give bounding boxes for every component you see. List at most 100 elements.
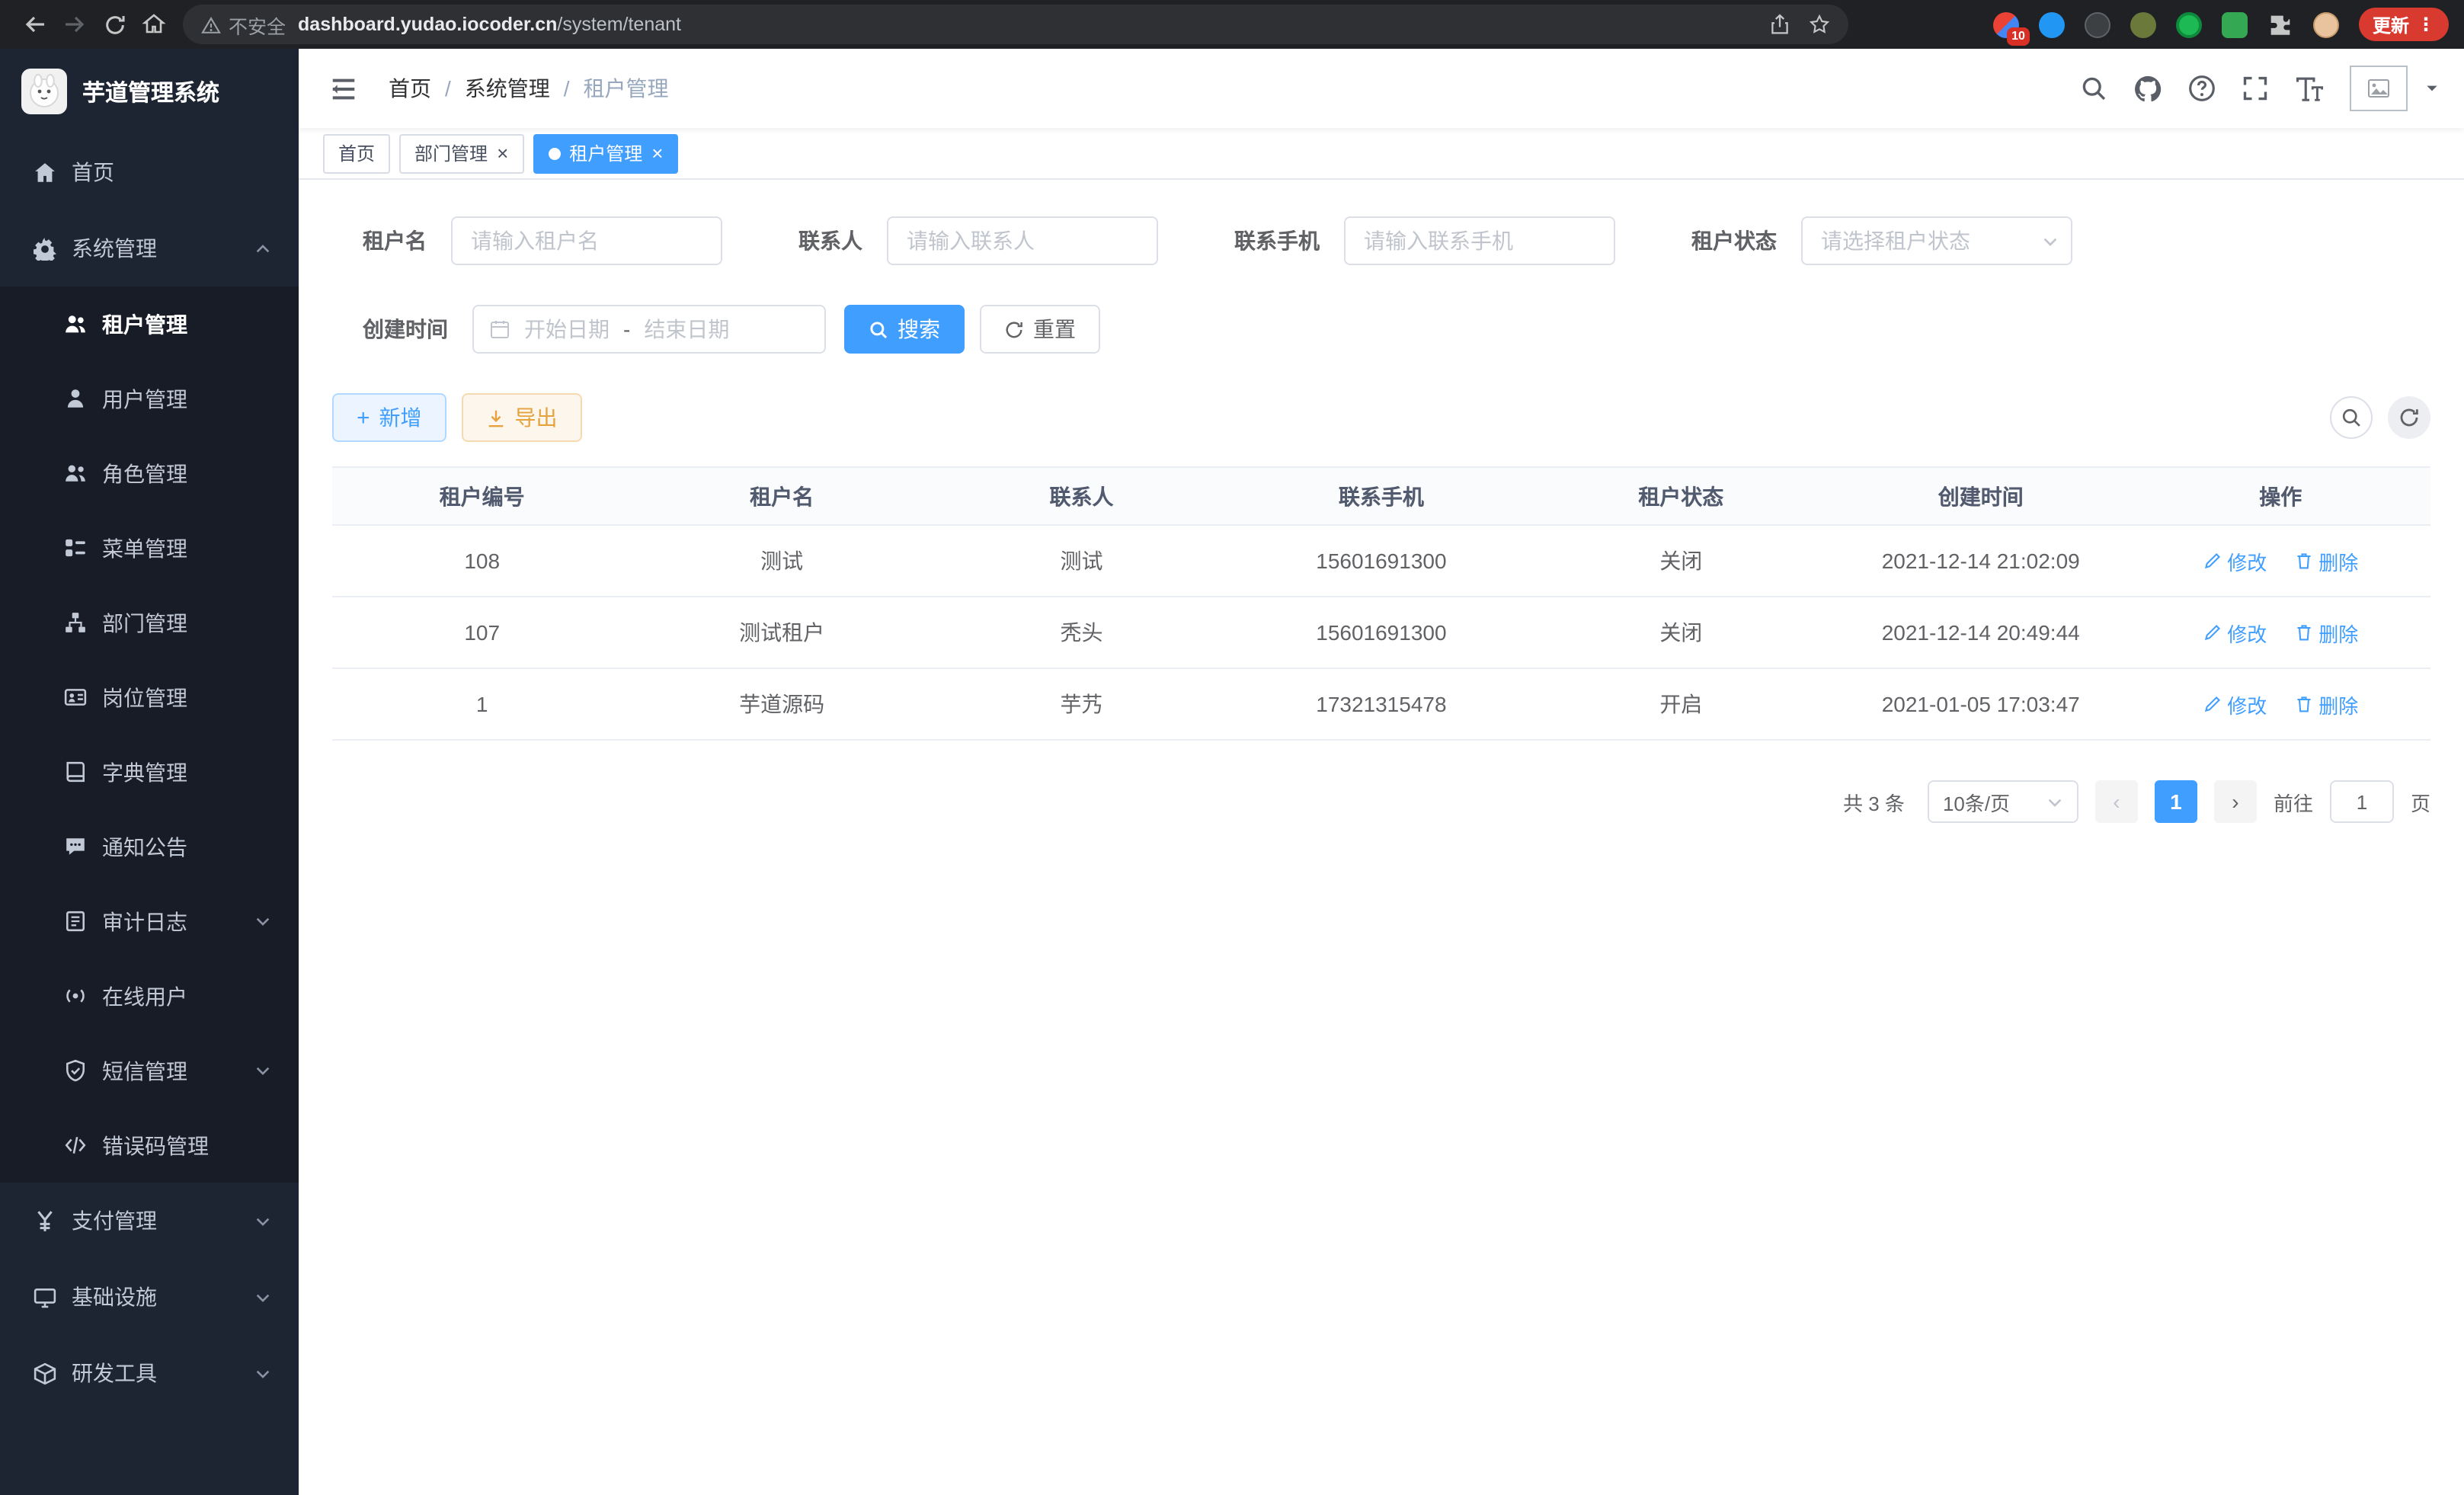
phone-input[interactable] bbox=[1344, 216, 1615, 265]
sidebar-item-menu[interactable]: 菜单管理 bbox=[0, 511, 299, 585]
sidebar-item-error-code[interactable]: 错误码管理 bbox=[0, 1108, 299, 1183]
home-icon[interactable] bbox=[134, 5, 174, 44]
search-icon[interactable] bbox=[2080, 75, 2107, 102]
refresh-icon[interactable] bbox=[2388, 396, 2430, 439]
font-size-icon[interactable] bbox=[2295, 74, 2324, 103]
forward-icon[interactable] bbox=[55, 5, 94, 44]
sidebar-item-dept[interactable]: 部门管理 bbox=[0, 585, 299, 660]
chevron-down-icon bbox=[254, 913, 271, 930]
extension-icon[interactable]: 10 bbox=[1993, 11, 2019, 37]
add-button-label: 新增 bbox=[379, 402, 422, 433]
edit-link-label: 修改 bbox=[2227, 546, 2267, 575]
sidebar-item-devtool[interactable]: 研发工具 bbox=[0, 1335, 299, 1411]
chrome-update-button[interactable]: 更新 ⋮ bbox=[2359, 8, 2449, 41]
sidebar-item-pay[interactable]: 支付管理 bbox=[0, 1183, 299, 1259]
address-bar[interactable]: 不安全 dashboard.yudao.iocoder.cn/system/te… bbox=[183, 5, 1848, 44]
cell-tenant-id: 108 bbox=[332, 525, 632, 597]
profile-avatar[interactable] bbox=[2313, 11, 2339, 37]
tenant-name-input[interactable] bbox=[451, 216, 722, 265]
col-contact: 联系人 bbox=[932, 467, 1231, 525]
sidebar-item-audit-log[interactable]: 审计日志 bbox=[0, 884, 299, 959]
sidebar-item-dict[interactable]: 字典管理 bbox=[0, 735, 299, 809]
breadcrumb-home[interactable]: 首页 bbox=[389, 73, 431, 104]
next-page-button[interactable]: › bbox=[2214, 780, 2257, 823]
page-size-select[interactable]: 10条/页 bbox=[1928, 780, 2078, 823]
goto-label: 前往 bbox=[2274, 787, 2313, 816]
export-button-label: 导出 bbox=[515, 402, 558, 433]
close-icon[interactable]: × bbox=[497, 143, 508, 163]
extension-icon[interactable] bbox=[2222, 11, 2248, 37]
extension-icon[interactable] bbox=[2039, 11, 2065, 37]
reset-button[interactable]: 重置 bbox=[980, 305, 1100, 354]
delete-link[interactable]: 删除 bbox=[2294, 690, 2358, 719]
goto-page-input[interactable] bbox=[2330, 780, 2394, 823]
edit-link[interactable]: 修改 bbox=[2203, 690, 2267, 719]
delete-link[interactable]: 删除 bbox=[2294, 618, 2358, 647]
extension-icon[interactable] bbox=[2085, 11, 2110, 37]
sidebar-item-online-user[interactable]: 在线用户 bbox=[0, 959, 299, 1033]
sidebar-item-home[interactable]: 首页 bbox=[0, 134, 299, 210]
filter-create-time: 创建时间 开始日期 - 结束日期 bbox=[332, 305, 826, 354]
sidebar-item-role[interactable]: 角色管理 bbox=[0, 436, 299, 511]
breadcrumb-system[interactable]: 系统管理 bbox=[465, 73, 550, 104]
edit-link[interactable]: 修改 bbox=[2203, 546, 2267, 575]
avatar[interactable] bbox=[2350, 66, 2408, 111]
date-range-picker[interactable]: 开始日期 - 结束日期 bbox=[472, 305, 826, 354]
toggle-search-icon[interactable] bbox=[2330, 396, 2373, 439]
tenants-icon bbox=[64, 312, 87, 335]
status-select[interactable] bbox=[1801, 216, 2072, 265]
search-button[interactable]: 搜索 bbox=[844, 305, 965, 354]
app-title: 芋道管理系统 bbox=[82, 75, 219, 107]
collapse-sidebar-icon[interactable] bbox=[323, 68, 364, 109]
tab-tenant[interactable]: 租户管理 × bbox=[533, 133, 678, 173]
sidebar-item-label: 错误码管理 bbox=[102, 1130, 209, 1160]
tab-home[interactable]: 首页 bbox=[323, 133, 390, 173]
sidebar-item-notice[interactable]: 通知公告 bbox=[0, 809, 299, 884]
edit-link[interactable]: 修改 bbox=[2203, 618, 2267, 647]
chevron-down-icon[interactable] bbox=[2424, 81, 2440, 96]
cell-operations: 修改删除 bbox=[2130, 668, 2430, 740]
current-page-button[interactable]: 1 bbox=[2155, 780, 2197, 823]
sidebar-item-user[interactable]: 用户管理 bbox=[0, 361, 299, 436]
sidebar-item-label: 首页 bbox=[72, 157, 114, 187]
filter-label: 联系手机 bbox=[1204, 226, 1320, 256]
sidebar-item-label: 通知公告 bbox=[102, 831, 187, 862]
bookmark-star-icon[interactable] bbox=[1809, 14, 1830, 35]
export-button[interactable]: 导出 bbox=[462, 393, 582, 442]
extensions-puzzle-icon[interactable] bbox=[2267, 11, 2293, 37]
reload-icon[interactable] bbox=[94, 5, 134, 44]
github-icon[interactable] bbox=[2133, 74, 2162, 103]
prev-page-button[interactable]: ‹ bbox=[2095, 780, 2138, 823]
fullscreen-icon[interactable] bbox=[2242, 75, 2269, 102]
tab-label: 首页 bbox=[338, 140, 375, 166]
sidebar-item-tenant[interactable]: 租户管理 bbox=[0, 287, 299, 361]
edit-link-label: 修改 bbox=[2227, 618, 2267, 647]
logo[interactable]: 芋道管理系统 bbox=[0, 49, 299, 134]
sidebar-item-sms[interactable]: 短信管理 bbox=[0, 1033, 299, 1108]
sidebar-item-label: 部门管理 bbox=[102, 607, 187, 638]
extension-icon[interactable] bbox=[2130, 11, 2156, 37]
tab-dept[interactable]: 部门管理 × bbox=[399, 133, 523, 173]
close-icon[interactable]: × bbox=[651, 143, 663, 163]
devtool-icon bbox=[34, 1362, 56, 1385]
col-phone: 联系手机 bbox=[1231, 467, 1531, 525]
add-button[interactable]: + 新增 bbox=[332, 393, 446, 442]
tenant-table: 租户编号 租户名 联系人 联系手机 租户状态 创建时间 操作 108 测试 bbox=[332, 466, 2430, 741]
sidebar-item-system[interactable]: 系统管理 bbox=[0, 210, 299, 287]
chevron-up-icon bbox=[254, 240, 271, 257]
extension-icon[interactable] bbox=[2176, 11, 2202, 37]
delete-link[interactable]: 删除 bbox=[2294, 546, 2358, 575]
filter-contact: 联系人 bbox=[768, 216, 1158, 265]
sms-icon bbox=[64, 1059, 87, 1082]
table-header-row: 租户编号 租户名 联系人 联系手机 租户状态 创建时间 操作 bbox=[332, 467, 2430, 525]
cell-operations: 修改删除 bbox=[2130, 525, 2430, 597]
page: 不安全 dashboard.yudao.iocoder.cn/system/te… bbox=[0, 0, 2464, 1495]
sidebar-item-post[interactable]: 岗位管理 bbox=[0, 660, 299, 735]
share-icon[interactable] bbox=[1769, 14, 1790, 35]
filter-phone: 联系手机 bbox=[1204, 216, 1615, 265]
contact-input[interactable] bbox=[887, 216, 1158, 265]
security-chip[interactable]: 不安全 bbox=[201, 10, 286, 39]
back-icon[interactable] bbox=[15, 5, 55, 44]
help-icon[interactable] bbox=[2188, 75, 2216, 102]
sidebar-item-infra[interactable]: 基础设施 bbox=[0, 1259, 299, 1335]
